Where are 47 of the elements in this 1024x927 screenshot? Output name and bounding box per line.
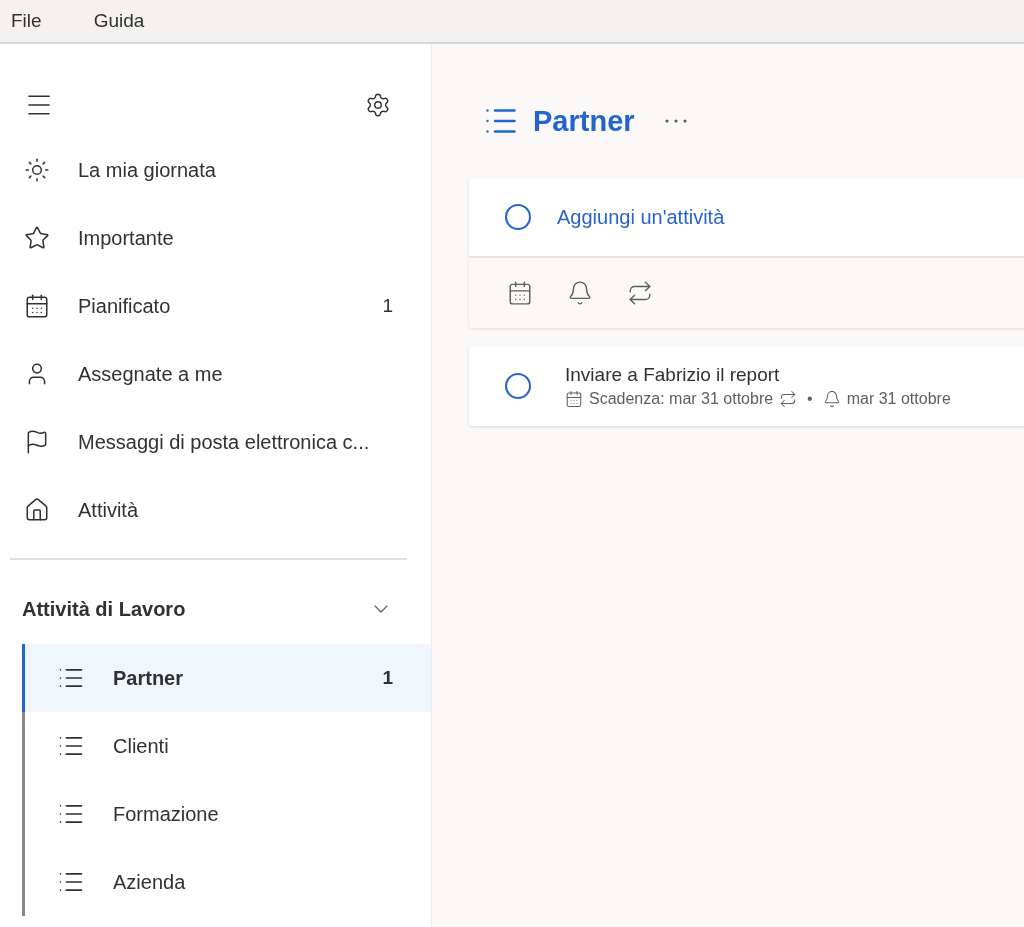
list-item-label: Partner <box>113 666 185 690</box>
sidebar-item-label: Attività <box>78 498 140 522</box>
task-title: Inviare a Fabrizio il report <box>565 364 781 386</box>
add-task-field[interactable]: Aggiungi un'attività <box>555 204 1024 230</box>
sidebar-item[interactable]: Importante <box>0 204 431 272</box>
repeat-icon <box>779 390 798 408</box>
star-icon <box>24 225 50 251</box>
bell-icon <box>822 390 841 408</box>
sidebar-item[interactable]: Assegnate a me <box>0 340 431 408</box>
sidebar-item-label: La mia giornata <box>78 158 217 182</box>
sidebar-item-label: Pianificato <box>78 294 172 318</box>
list-item[interactable]: Clienti <box>22 712 431 780</box>
sidebar-item[interactable]: La mia giornata <box>0 136 431 204</box>
list-item[interactable]: Formazione <box>22 780 431 848</box>
item-count: 1 <box>382 295 393 317</box>
task-card[interactable]: Inviare a Fabrizio il report Scadenza: mar 31 ottobre • mar 31 ottobre <box>469 346 1024 426</box>
list-item-label: Clienti <box>113 734 170 758</box>
more-icon <box>664 119 687 123</box>
calendar-icon <box>24 293 50 319</box>
item-count: 1 <box>382 667 393 689</box>
group-header[interactable]: Attività di Lavoro <box>0 574 431 644</box>
sidebar-item-label: Importante <box>78 226 175 250</box>
menu-item[interactable]: File <box>0 5 53 37</box>
complete-checkbox[interactable] <box>505 373 531 399</box>
group-title: Attività di Lavoro <box>22 597 186 621</box>
sidebar-item-label: Assegnate a me <box>78 362 224 386</box>
list-item[interactable]: Partner 1 <box>22 644 431 712</box>
repeat-icon <box>627 280 653 306</box>
sidebar-item[interactable]: Messaggi di posta elettronica c... <box>0 408 431 476</box>
sidebar-item[interactable]: Attività <box>0 476 431 544</box>
settings-icon <box>365 92 391 118</box>
list-item-label: Azienda <box>113 870 187 894</box>
house-icon <box>24 497 50 523</box>
circle-icon <box>505 204 531 230</box>
list-item-label: Formazione <box>113 802 220 826</box>
bell-icon <box>567 280 593 306</box>
calendar-icon <box>565 390 583 408</box>
list-title: Partner <box>533 104 635 138</box>
menu-item[interactable]: Guida <box>82 5 156 37</box>
due-date: Scadenza: mar 31 ottobre <box>589 390 774 408</box>
reminder-date: mar 31 ottobre <box>846 390 951 408</box>
list-item[interactable]: Azienda <box>22 848 431 916</box>
calendar-icon <box>507 280 533 306</box>
sidebar-item-label: Messaggi di posta elettronica c... <box>78 430 371 454</box>
separator-dot: • <box>807 390 813 408</box>
sun-icon <box>24 157 50 183</box>
sidebar-item[interactable]: Pianificato 1 <box>0 272 431 340</box>
